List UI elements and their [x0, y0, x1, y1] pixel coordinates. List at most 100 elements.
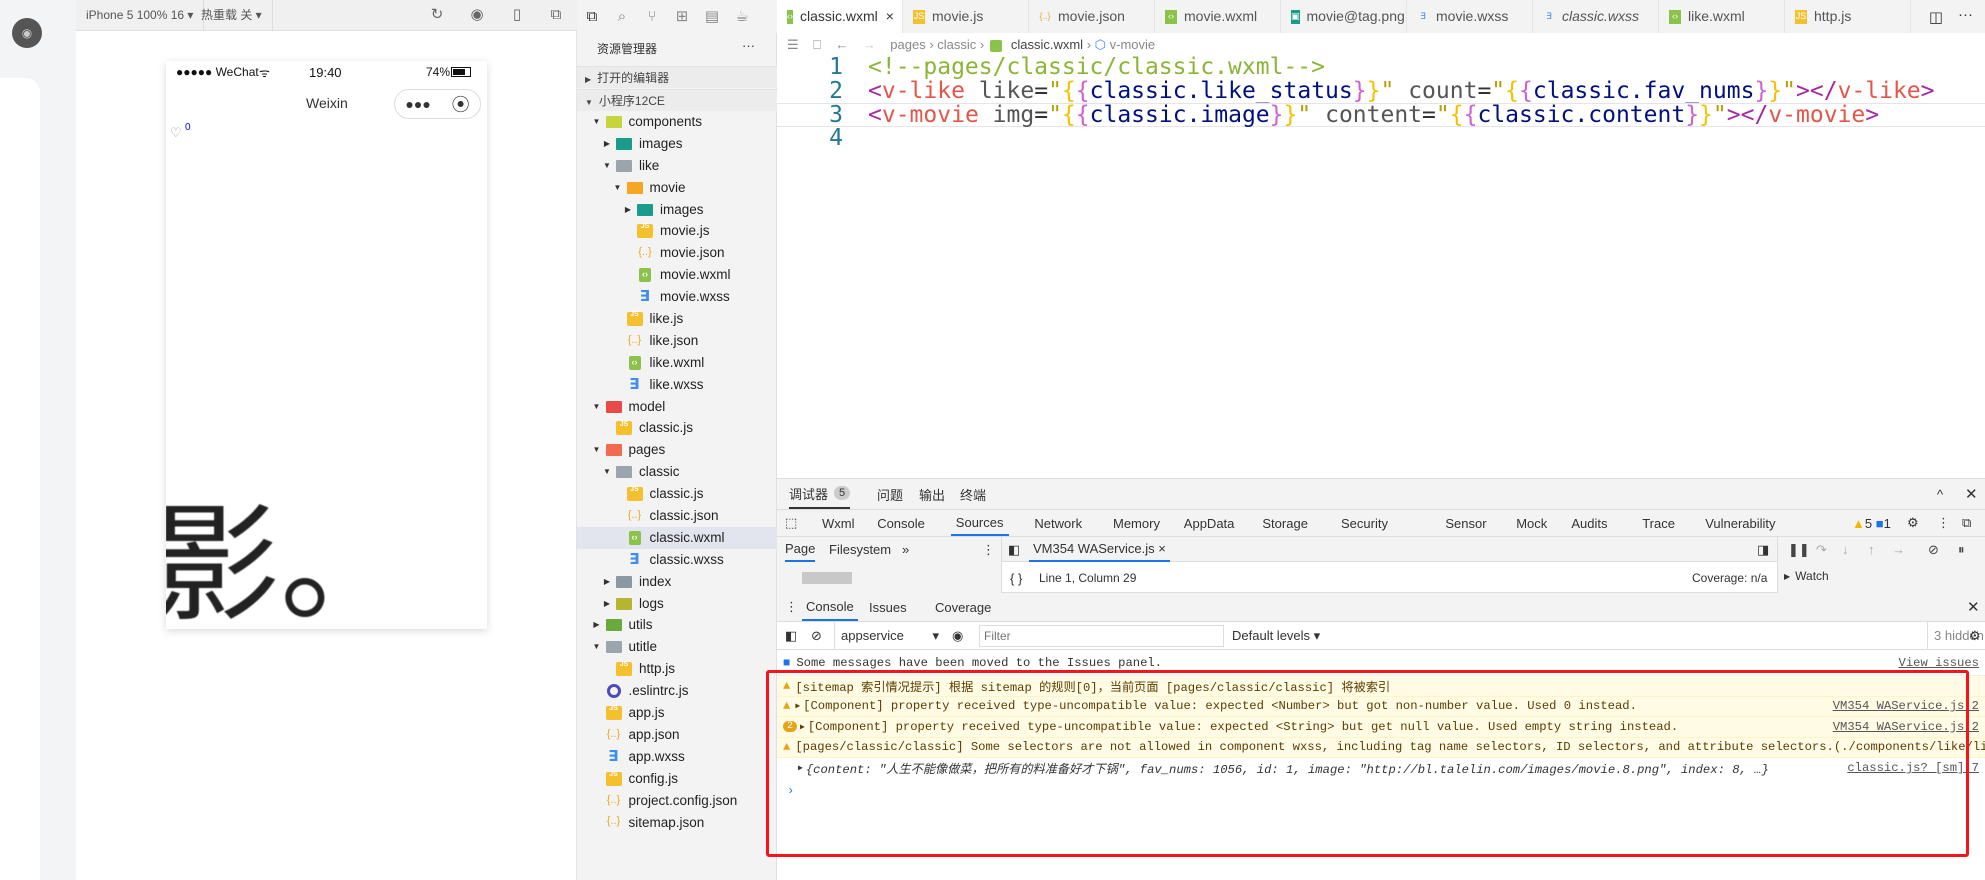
panel-tab-vulnerability[interactable]: Vulnerability	[1700, 510, 1780, 536]
close-icon[interactable]: ✕	[1965, 479, 1978, 509]
caret-down-icon[interactable]: ▼	[592, 396, 602, 418]
tree-item[interactable]: ▶ logs	[577, 593, 777, 615]
tab-movie-js[interactable]: JS movie.js	[903, 0, 1029, 33]
tree-item[interactable]: ▼ like	[577, 155, 777, 177]
caret-down-icon[interactable]: ▼	[602, 155, 612, 177]
device-select[interactable]: iPhone 5 100% 16 ▾	[76, 0, 205, 31]
git-icon[interactable]: ⑂	[643, 8, 661, 26]
drawer-tab-issues[interactable]: Issues	[869, 593, 907, 621]
caret-down-icon[interactable]: ▼	[592, 439, 602, 461]
tree-item[interactable]: JS http.js	[577, 658, 777, 680]
close-tab-icon[interactable]: ×	[886, 0, 894, 33]
tree-item[interactable]: {..} app.json	[577, 724, 777, 746]
bookmark-icon[interactable]: ⎕	[813, 37, 821, 52]
log-levels-select[interactable]: Default levels ▾	[1232, 622, 1320, 649]
code-line[interactable]: 2 <v-like like="{{classic.like_status}}" …	[777, 79, 1985, 104]
navigator-menu-icon[interactable]: ⋮	[982, 537, 995, 562]
refresh-icon[interactable]: ↻	[429, 7, 445, 23]
tree-item[interactable]: ▼ pages	[577, 439, 777, 461]
tab-movie-tag-png[interactable]: ▣ movie@tag.png	[1281, 0, 1407, 33]
line-content[interactable]: <!--pages/classic/classic.wxml-->	[868, 55, 1325, 80]
tree-item[interactable]: JS config.js	[577, 768, 777, 790]
tree-item[interactable]: ▶ utils	[577, 614, 777, 636]
step-into-icon[interactable]: ↓	[1842, 537, 1849, 562]
panel-tab-sensor[interactable]: Sensor	[1440, 510, 1491, 536]
file-tab-waservice[interactable]: VM354 WAService.js ×	[1029, 537, 1170, 562]
step-icon[interactable]: →	[1892, 537, 1905, 562]
capsule-menu[interactable]: ●●● ⦿	[394, 89, 481, 119]
toggle-debugger-icon[interactable]: ◨	[1757, 537, 1769, 562]
panel-tab-console[interactable]: Console	[872, 510, 930, 536]
close-mini-program-icon[interactable]: ⦿	[452, 91, 470, 117]
context-select[interactable]: appservice ▾	[834, 622, 939, 649]
extensions-icon[interactable]: ⊞	[673, 8, 691, 26]
watch-section[interactable]: ▶ Watch	[1784, 563, 1829, 589]
code-line[interactable]: 3 <v-movie img="{{classic.image}}" conten…	[777, 103, 1985, 127]
drawer-tab-coverage[interactable]: Coverage	[935, 593, 991, 621]
tree-item[interactable]: {..} movie.json	[577, 242, 777, 264]
close-drawer-icon[interactable]: ✕	[1967, 593, 1980, 621]
panel-tab-appdata[interactable]: AppData	[1179, 510, 1240, 536]
caret-down-icon[interactable]: ▼	[592, 636, 602, 658]
explorer-more-button[interactable]: ···	[742, 38, 755, 53]
tree-item[interactable]: ∃ classic.wxss	[577, 549, 777, 571]
hot-reload-select[interactable]: 热重载 关 ▾	[191, 0, 273, 31]
panel-tab-mock[interactable]: Mock	[1511, 510, 1552, 536]
panel-tab-storage[interactable]: Storage	[1257, 510, 1313, 536]
panel-tab-wxml[interactable]: Wxml	[817, 510, 860, 536]
clear-console-icon[interactable]: ⊘	[811, 622, 822, 649]
inspect-icon[interactable]: ⬚	[785, 510, 797, 536]
tree-item[interactable]: ▼ classic	[577, 461, 777, 483]
forward-icon[interactable]: →	[863, 37, 876, 52]
issue-counters[interactable]: ▲ 5 ■ 1	[1852, 510, 1891, 536]
drawer-tab-console[interactable]: Console	[802, 593, 858, 621]
heart-icon[interactable]: ♡	[170, 125, 182, 141]
teapot-icon[interactable]: ☕	[733, 8, 751, 26]
settings-icon[interactable]: ⚙	[1907, 510, 1919, 536]
tree-item[interactable]: ‹› movie.wxml	[577, 264, 777, 286]
tree-item[interactable]: JS movie.js	[577, 220, 777, 242]
tree-item[interactable]: ∃ like.wxss	[577, 374, 777, 396]
step-over-icon[interactable]: ↷	[1816, 537, 1827, 562]
tree-item[interactable]: JS classic.js	[577, 417, 777, 439]
tree-item[interactable]: {..} project.config.json	[577, 790, 777, 812]
caret-right-icon[interactable]: ▶	[602, 133, 612, 155]
panel-tab-trace[interactable]: Trace	[1637, 510, 1680, 536]
code-area[interactable]: 1 <!--pages/classic/classic.wxml--> 2 <v-li…	[777, 55, 1985, 150]
tab-filesystem[interactable]: Filesystem	[829, 537, 891, 562]
tab-page[interactable]: Page	[785, 537, 816, 562]
panel-tab-memory[interactable]: Memory	[1108, 510, 1165, 536]
save-icon[interactable]: ▤	[703, 8, 721, 26]
crumb-element[interactable]: v-movie	[1110, 37, 1156, 52]
code-line[interactable]: 1 <!--pages/classic/classic.wxml-->	[777, 55, 1985, 80]
crumb-pages[interactable]: pages	[890, 37, 925, 52]
tree-item[interactable]: ▼ model	[577, 396, 777, 418]
more-icon[interactable]: ⋮	[1937, 510, 1950, 536]
window-icon[interactable]: ⧉	[548, 7, 564, 23]
stop-icon[interactable]: ◉	[469, 7, 485, 23]
tree-item[interactable]: ▼ movie	[577, 177, 777, 199]
pause-on-exceptions-icon[interactable]: ⏸	[1958, 537, 1965, 562]
tree-item[interactable]: ▶ images	[577, 199, 777, 221]
toggle-navigator-icon[interactable]: ◧	[1008, 537, 1020, 562]
console-settings-icon[interactable]: ⚙	[1969, 622, 1981, 649]
caret-right-icon[interactable]: ▶	[602, 571, 612, 593]
dock-icon[interactable]: ⧉	[1962, 510, 1971, 536]
pause-icon[interactable]: ❚❚	[1788, 537, 1810, 562]
collapse-icon[interactable]: ^	[1937, 479, 1943, 509]
eye-icon[interactable]: ◉	[952, 622, 963, 649]
tab-movie-wxml[interactable]: ‹› movie.wxml	[1155, 0, 1281, 33]
panel-tab-sources[interactable]: Sources	[950, 510, 1009, 536]
caret-right-icon[interactable]: ▶	[592, 614, 602, 636]
open-editors-section[interactable]: ▶ 打开的编辑器	[577, 66, 777, 88]
caret-down-icon[interactable]: ▼	[592, 111, 602, 133]
line-content[interactable]: <v-like like="{{classic.like_status}}" c…	[868, 79, 1935, 104]
tree-item[interactable]: JS classic.js	[577, 483, 777, 505]
sidebar-toggle-icon[interactable]: ◧	[785, 622, 797, 649]
tab-terminal[interactable]: 终端	[960, 479, 986, 509]
tree-item[interactable]: ▶ images	[577, 133, 777, 155]
phone-icon[interactable]: ▯	[509, 7, 525, 23]
tab-output[interactable]: 输出	[919, 479, 945, 509]
more-actions-icon[interactable]: ···	[1958, 6, 1973, 23]
split-editor-icon[interactable]: ◫	[1929, 8, 1943, 26]
